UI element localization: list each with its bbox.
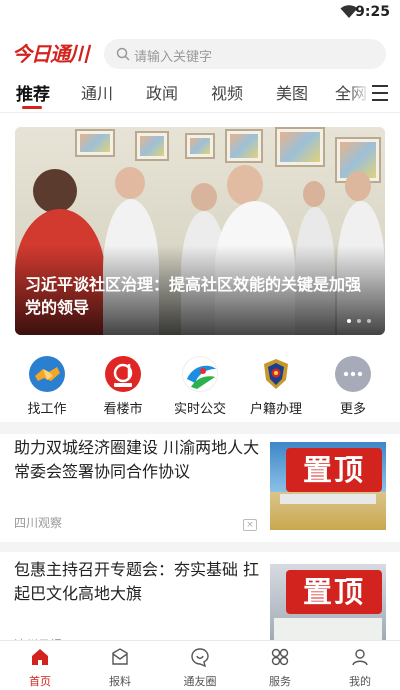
nav-label: 报料 [109, 675, 131, 688]
search-placeholder: 请输入关键字 [134, 50, 213, 65]
shortcut-find-job[interactable]: 找工作 [12, 352, 82, 417]
bus-icon [182, 356, 218, 392]
shortcut-label: 户籍办理 [249, 402, 302, 417]
nav-community[interactable]: 通友圈 [160, 641, 240, 690]
news-item[interactable]: 包惠主持召开专题会：夯实基础 扛起巴文化高地大旗 达州日报 置顶 [0, 558, 400, 652]
police-badge-icon [258, 356, 294, 392]
shortcut-household-registration[interactable]: 户籍办理 [241, 352, 311, 417]
nav-label: 首页 [29, 675, 51, 688]
report-icon [112, 648, 128, 665]
news-title: 助力双城经济圈建设 川渝两地人大常委会签署协同合作协议 [14, 438, 260, 481]
shortcut-label: 看楼市 [103, 402, 143, 417]
tab-politics[interactable]: 政闻 [146, 80, 178, 104]
news-item[interactable]: 助力双城经济圈建设 川渝两地人大常委会签署协同合作协议 四川观察 × 置顶 [0, 436, 400, 540]
search-icon [116, 47, 130, 61]
app-header: 今日通川 请输入关键字 [0, 30, 400, 76]
tab-photos[interactable]: 美图 [276, 80, 308, 104]
headline-banner[interactable]: 习近平谈社区治理：提高社区效能的关键是加强党的领导 [15, 127, 385, 335]
nav-label: 我的 [349, 675, 371, 688]
tabs-fade [348, 76, 370, 112]
news-source: 四川观察 [14, 516, 63, 530]
active-tab-indicator [22, 106, 42, 109]
tab-tongchuan[interactable]: 通川 [81, 80, 113, 104]
news-thumbnail: 置顶 [270, 442, 386, 530]
channel-tabs: 推荐 通川 政闻 视频 美图 全网 [0, 76, 400, 112]
news-title: 包惠主持召开专题会：夯实基础 扛起巴文化高地大旗 [14, 560, 260, 603]
shortcut-label: 找工作 [27, 402, 67, 417]
tabs-divider [0, 112, 400, 113]
house-market-icon [105, 356, 141, 392]
handshake-icon [29, 356, 65, 392]
section-gap [0, 542, 400, 552]
nav-profile[interactable]: 我的 [320, 641, 400, 690]
search-input[interactable]: 请输入关键字 [104, 39, 386, 69]
app-logo[interactable]: 今日通川 [12, 38, 89, 67]
status-time: 9:25 [355, 4, 390, 20]
nav-label: 服务 [269, 675, 291, 688]
shortcut-realtime-bus[interactable]: 实时公交 [165, 352, 235, 417]
menu-icon[interactable] [372, 85, 390, 101]
tab-video[interactable]: 视频 [211, 80, 243, 104]
shortcut-label: 更多 [339, 402, 366, 417]
banner-caption: 习近平谈社区治理：提高社区效能的关键是加强党的领导 [25, 275, 362, 317]
shortcut-label: 实时公交 [173, 402, 226, 417]
pinned-badge: 置顶 [286, 448, 382, 492]
bottom-navigation: 首页 报料 通友圈 服务 我的 [0, 640, 400, 690]
community-icon [191, 648, 209, 668]
nav-service[interactable]: 服务 [240, 641, 320, 690]
carousel-dots [341, 308, 371, 327]
status-bar: 9:25 [0, 0, 400, 28]
home-icon [32, 649, 48, 665]
dismiss-icon[interactable]: × [243, 519, 257, 531]
section-gap [0, 422, 400, 434]
shortcut-housing-market[interactable]: 看楼市 [88, 352, 158, 417]
tab-recommend[interactable]: 推荐 [16, 80, 50, 105]
service-shortcuts: 找工作 看楼市 实时公交 户籍办理 更多 [0, 352, 400, 422]
nav-label: 通友圈 [183, 675, 217, 688]
profile-icon [352, 649, 368, 666]
nav-home[interactable]: 首页 [0, 641, 80, 690]
news-thumbnail: 置顶 [270, 564, 386, 652]
pinned-badge: 置顶 [286, 570, 382, 614]
shortcut-more[interactable]: 更多 [318, 352, 388, 417]
more-icon [335, 356, 371, 392]
nav-report[interactable]: 报料 [80, 641, 160, 690]
service-icon [271, 648, 289, 666]
